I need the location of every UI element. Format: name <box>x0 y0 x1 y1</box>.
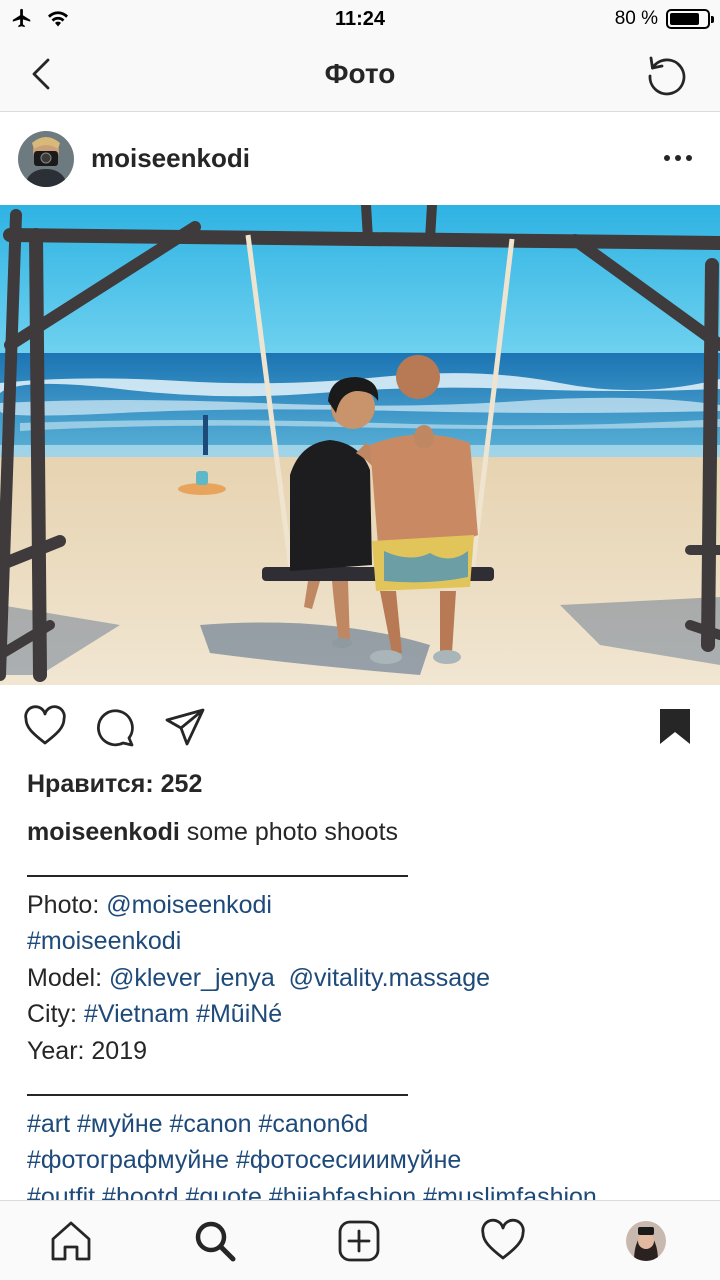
year-text: Year: 2019 <box>27 1036 148 1065</box>
city-hashtags[interactable]: #Vietnam #MũiNé <box>84 1000 282 1028</box>
comment-icon <box>97 709 134 747</box>
bottom-tab-bar <box>0 1200 720 1280</box>
status-time: 11:24 <box>334 8 386 30</box>
hashtags-line-2[interactable]: #фотографмуйне #фотосесииимуйне <box>27 1146 461 1174</box>
caption-separator <box>27 851 408 877</box>
model-mention-vitality[interactable]: @vitality.massage <box>289 964 490 992</box>
refresh-button[interactable] <box>642 50 690 98</box>
battery-icon <box>666 9 714 29</box>
bookmark-button[interactable] <box>652 704 698 750</box>
tab-search[interactable] <box>191 1217 239 1265</box>
caption-username[interactable]: moiseenkodi <box>27 818 180 846</box>
city-label: City: <box>27 1000 84 1029</box>
share-icon <box>165 708 205 746</box>
model-mention-klever[interactable]: @klever_jenya <box>109 964 275 992</box>
add-icon <box>338 1220 380 1262</box>
home-icon <box>51 1221 91 1261</box>
caption-separator-2 <box>27 1070 408 1096</box>
tab-home[interactable] <box>47 1217 95 1265</box>
post-caption: moiseenkodi some photo shoots Photo: @mo… <box>27 814 697 1215</box>
post-header: moiseenkodi <box>0 113 720 205</box>
photo-mention[interactable]: @moiseenkodi <box>106 891 272 919</box>
battery-percent: 80 % <box>614 8 658 29</box>
activity-heart-icon <box>481 1218 525 1260</box>
photo-label: Photo: <box>27 890 107 919</box>
heart-icon <box>24 705 66 745</box>
page-title: Фото <box>324 58 396 89</box>
tab-profile[interactable] <box>626 1221 674 1269</box>
post-actions <box>0 686 720 766</box>
bookmark-icon <box>660 709 690 744</box>
hashtags-line-1[interactable]: #art #муйне #canon #canon6d <box>27 1110 368 1138</box>
share-button[interactable] <box>162 704 208 750</box>
profile-avatar <box>626 1221 666 1261</box>
tab-add[interactable] <box>335 1217 383 1265</box>
more-horizontal-icon <box>664 155 692 161</box>
search-icon <box>195 1221 236 1262</box>
refresh-icon <box>648 56 686 96</box>
nav-bar: Фото <box>0 40 720 112</box>
like-button[interactable] <box>22 704 68 750</box>
comment-button[interactable] <box>92 704 138 750</box>
likes-count[interactable]: Нравится: 252 <box>27 770 202 799</box>
post-username[interactable]: moiseenkodi <box>91 143 250 174</box>
post-photo[interactable] <box>0 205 720 685</box>
avatar[interactable] <box>18 131 74 187</box>
caption-text: some photo shoots <box>179 818 399 846</box>
status-bar: 11:24 80 % <box>0 0 720 40</box>
more-button[interactable] <box>660 143 696 173</box>
hashtag-moiseenkodi[interactable]: #moiseenkodi <box>27 927 181 955</box>
model-label: Model: <box>27 963 109 992</box>
tab-activity[interactable] <box>479 1217 527 1265</box>
